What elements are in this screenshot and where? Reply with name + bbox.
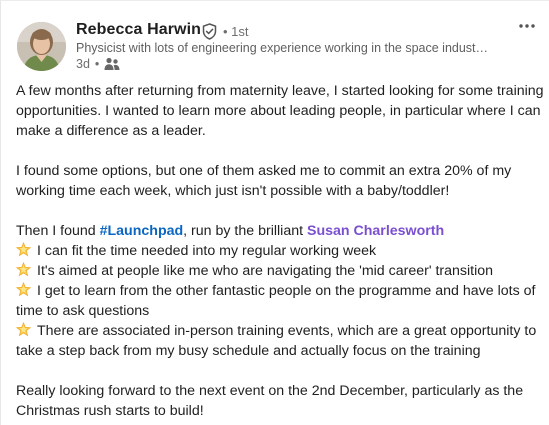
found-prefix: Then I found [16, 223, 100, 239]
paragraph-intro: A few months after returning from matern… [16, 83, 544, 139]
author-avatar[interactable] [17, 22, 66, 71]
bullet-item: It's aimed at people like me who are nav… [16, 261, 546, 281]
more-options-button[interactable] [513, 15, 541, 37]
post-body: A few months after returning from matern… [16, 81, 546, 421]
hashtag-link[interactable]: #Launchpad [100, 223, 184, 239]
glowing-star-icon [16, 322, 31, 337]
glowing-star-icon [16, 282, 31, 297]
author-name[interactable]: Rebecca Harwin [76, 21, 201, 39]
bullet-text: It's aimed at people like me who are nav… [37, 263, 494, 279]
bullet-text: I get to learn from the other fantastic … [16, 283, 536, 319]
mention-link[interactable]: Susan Charlesworth [307, 223, 444, 239]
glowing-star-icon [16, 262, 31, 277]
paragraph-closing: Really looking forward to the next event… [16, 383, 524, 419]
glowing-star-icon [16, 242, 31, 257]
bullet-item: I can fit the time needed into my regula… [16, 241, 546, 261]
bullet-item: There are associated in-person training … [16, 321, 546, 361]
connections-audience-icon [104, 57, 120, 70]
paragraph-options: I found some options, but one of them as… [16, 163, 512, 199]
meta-separator: • [94, 57, 100, 71]
bullet-item: I get to learn from the other fantastic … [16, 281, 546, 321]
post-meta: 3d • [76, 57, 120, 71]
found-middle: , run by the brilliant [183, 223, 307, 239]
bullet-text: I can fit the time needed into my regula… [37, 243, 377, 259]
verified-shield-icon [202, 23, 217, 40]
more-options-icon [519, 24, 535, 28]
bullet-text: There are associated in-person training … [16, 323, 537, 359]
author-headline: Physicist with lots of engineering exper… [76, 41, 489, 55]
post-card: Rebecca Harwin • 1st Physicist with lots… [0, 0, 549, 425]
connection-degree: • 1st [223, 24, 249, 39]
post-timestamp: 3d [76, 57, 90, 71]
avatar-photo [17, 22, 66, 71]
paragraph-found: Then I found #Launchpad, run by the bril… [16, 221, 546, 241]
